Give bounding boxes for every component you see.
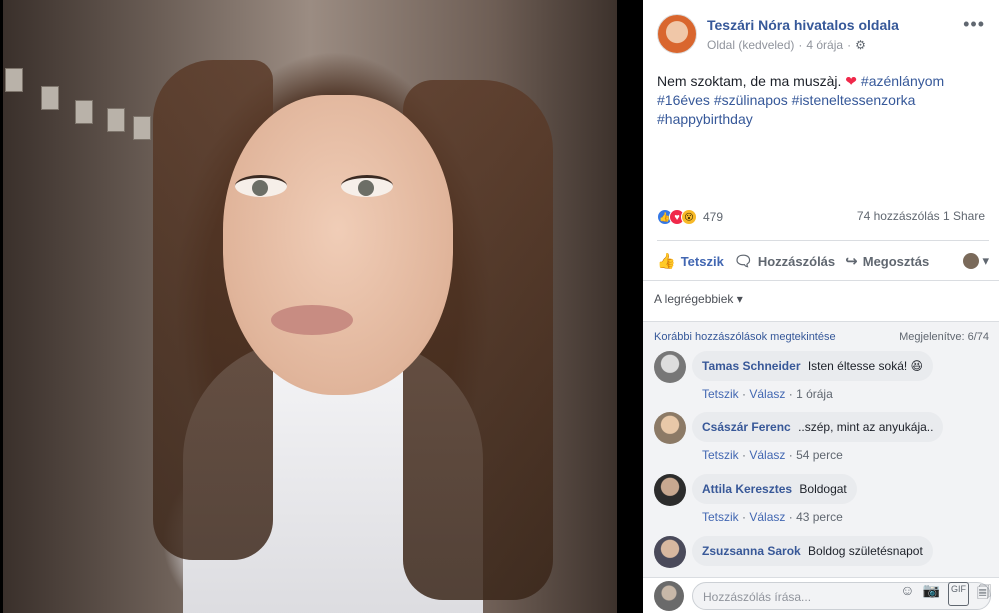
current-user-avatar: [654, 581, 684, 611]
photo-garland: [3, 60, 153, 150]
commenter-avatar[interactable]: [654, 351, 686, 383]
composer-icons: ☺ 📷 GIF 🗐: [900, 582, 991, 606]
commenter-avatar[interactable]: [654, 412, 686, 444]
reaction-count: 479: [703, 210, 724, 224]
like-label: Tetszik: [680, 253, 724, 269]
wow-reaction-icon: 😮: [681, 209, 697, 225]
comment-actions: Tetszik · Válasz · 43 perce: [702, 510, 843, 524]
comment-text: ..szép, mint az anyukája..: [798, 420, 934, 434]
comment-author[interactable]: Zsuzsanna Sarok: [702, 544, 801, 558]
hashtag-link[interactable]: #azénlányom: [861, 73, 944, 89]
comment-text: Boldog születésnapot: [808, 544, 923, 558]
comment-like-link[interactable]: Tetszik: [702, 448, 739, 462]
identity-selector[interactable]: ▾: [963, 253, 989, 269]
meta-separator: ·: [847, 38, 852, 52]
emoji-icon[interactable]: ☺: [900, 582, 914, 606]
page-avatar[interactable]: [657, 14, 697, 54]
meta-time[interactable]: 4 órája: [806, 38, 843, 52]
reactions-summary[interactable]: 👍 ♥ 😮 479: [657, 209, 723, 225]
photo-face: [223, 95, 453, 395]
comment-reply-link[interactable]: Válasz: [749, 387, 785, 401]
hashtag-link[interactable]: #16éves: [657, 92, 710, 108]
photo-viewer: Teszári Nóra hivatalos oldala Oldal (ked…: [0, 0, 999, 613]
comment-author[interactable]: Császár Ferenc: [702, 420, 791, 434]
post-actions: 👍 Tetszik 🗨 Hozzászólás ↪ Megosztás ▾: [657, 240, 989, 274]
gif-icon[interactable]: GIF: [948, 582, 969, 606]
comment-author[interactable]: Attila Keresztes: [702, 482, 792, 496]
post-header: Teszári Nóra hivatalos oldala Oldal (ked…: [657, 14, 989, 58]
sticker-icon[interactable]: 🗐: [977, 582, 991, 606]
comments-area: Korábbi hozzászólások megtekintése Megje…: [643, 321, 999, 613]
stats-right: 74 hozzászólás 1 Share: [857, 209, 985, 223]
post-stats: 👍 ♥ 😮 479 74 hozzászólás 1 Share: [657, 209, 985, 229]
post-meta: Oldal (kedveled) · 4 órája · ⚙: [707, 38, 866, 52]
comment-reply-link[interactable]: Válasz: [749, 510, 785, 524]
comment-bubble: Tamas Schneider Isten éltesse soká! 😆: [692, 351, 934, 381]
comment-composer: Hozzászólás írása... ☺ 📷 GIF 🗐: [643, 577, 999, 613]
comment-button[interactable]: 🗨 Hozzászólás: [734, 252, 835, 270]
comment-text: Isten éltesse soká! 😆: [807, 359, 924, 373]
page-name-link[interactable]: Teszári Nóra hivatalos oldala: [707, 17, 899, 33]
hashtag-link[interactable]: #happybirthday: [657, 111, 753, 127]
meta-separator: ·: [798, 38, 803, 52]
comment-actions: Tetszik · Válasz · 1 órája: [702, 387, 833, 401]
post-sidebar: Teszári Nóra hivatalos oldala Oldal (ked…: [643, 0, 999, 613]
share-label: Megosztás: [862, 253, 930, 269]
chevron-down-icon: ▾: [982, 253, 989, 268]
photo-eye-right: [341, 175, 393, 197]
thumbs-up-icon: 👍: [657, 253, 676, 270]
identity-avatar: [963, 253, 980, 269]
share-button[interactable]: ↪ Megosztás: [845, 252, 929, 270]
sort-label: A legrégebbiek: [654, 292, 734, 306]
comment-bubble: Attila Keresztes Boldogat: [692, 474, 857, 504]
hashtag-link[interactable]: #isteneltessenzorka: [792, 92, 916, 108]
comment-count-link[interactable]: 74 hozzászólás: [857, 209, 940, 223]
photo-lips: [271, 305, 353, 335]
comment-time[interactable]: 1 órája: [796, 387, 833, 401]
post-text: Nem szoktam, de ma muszàj. ❤ #azénlányom…: [657, 72, 977, 129]
hashtag-link[interactable]: #szülinapos: [714, 92, 788, 108]
comment-bubble: Császár Ferenc ..szép, mint az anyukája.…: [692, 412, 944, 442]
comment-label: Hozzászólás: [757, 253, 836, 269]
commenter-avatar[interactable]: [654, 536, 686, 568]
previous-comments-bar: Korábbi hozzászólások megtekintése Megje…: [654, 331, 989, 343]
post-text-main: Nem szoktam, de ma muszàj.: [657, 73, 842, 89]
like-button[interactable]: 👍 Tetszik: [657, 252, 724, 270]
more-options-icon[interactable]: •••: [963, 14, 985, 35]
previous-comments-link[interactable]: Korábbi hozzászólások megtekintése: [654, 331, 836, 343]
meta-type: Oldal (kedveled): [707, 38, 795, 52]
heart-emoji-icon: ❤: [845, 73, 858, 89]
gear-icon[interactable]: ⚙: [855, 38, 866, 52]
comment-like-link[interactable]: Tetszik: [702, 510, 739, 524]
photo-pane: [0, 0, 643, 613]
comment-bubble-icon: 🗨: [733, 253, 753, 270]
share-arrow-icon: ↪: [845, 253, 858, 270]
comment-text: Boldogat: [799, 482, 847, 496]
comment-time[interactable]: 54 perce: [796, 448, 843, 462]
comments-shown-count: Megjelenítve: 6/74: [899, 331, 989, 343]
comment-bubble: Zsuzsanna Sarok Boldog születésnapot: [692, 536, 933, 566]
chevron-down-icon: ▾: [736, 292, 743, 306]
share-count-link[interactable]: 1 Share: [943, 209, 985, 223]
commenter-avatar[interactable]: [654, 474, 686, 506]
comment-sort[interactable]: A legrégebbiek ▾: [643, 280, 999, 320]
post-photo[interactable]: [3, 0, 617, 613]
photo-eye-left: [235, 175, 287, 197]
comment-actions: Tetszik · Válasz · 54 perce: [702, 448, 843, 462]
comment-author[interactable]: Tamas Schneider: [702, 359, 800, 373]
comment-like-link[interactable]: Tetszik: [702, 387, 739, 401]
comment-time[interactable]: 43 perce: [796, 510, 843, 524]
camera-icon[interactable]: 📷: [923, 582, 940, 606]
comment-reply-link[interactable]: Válasz: [749, 448, 785, 462]
